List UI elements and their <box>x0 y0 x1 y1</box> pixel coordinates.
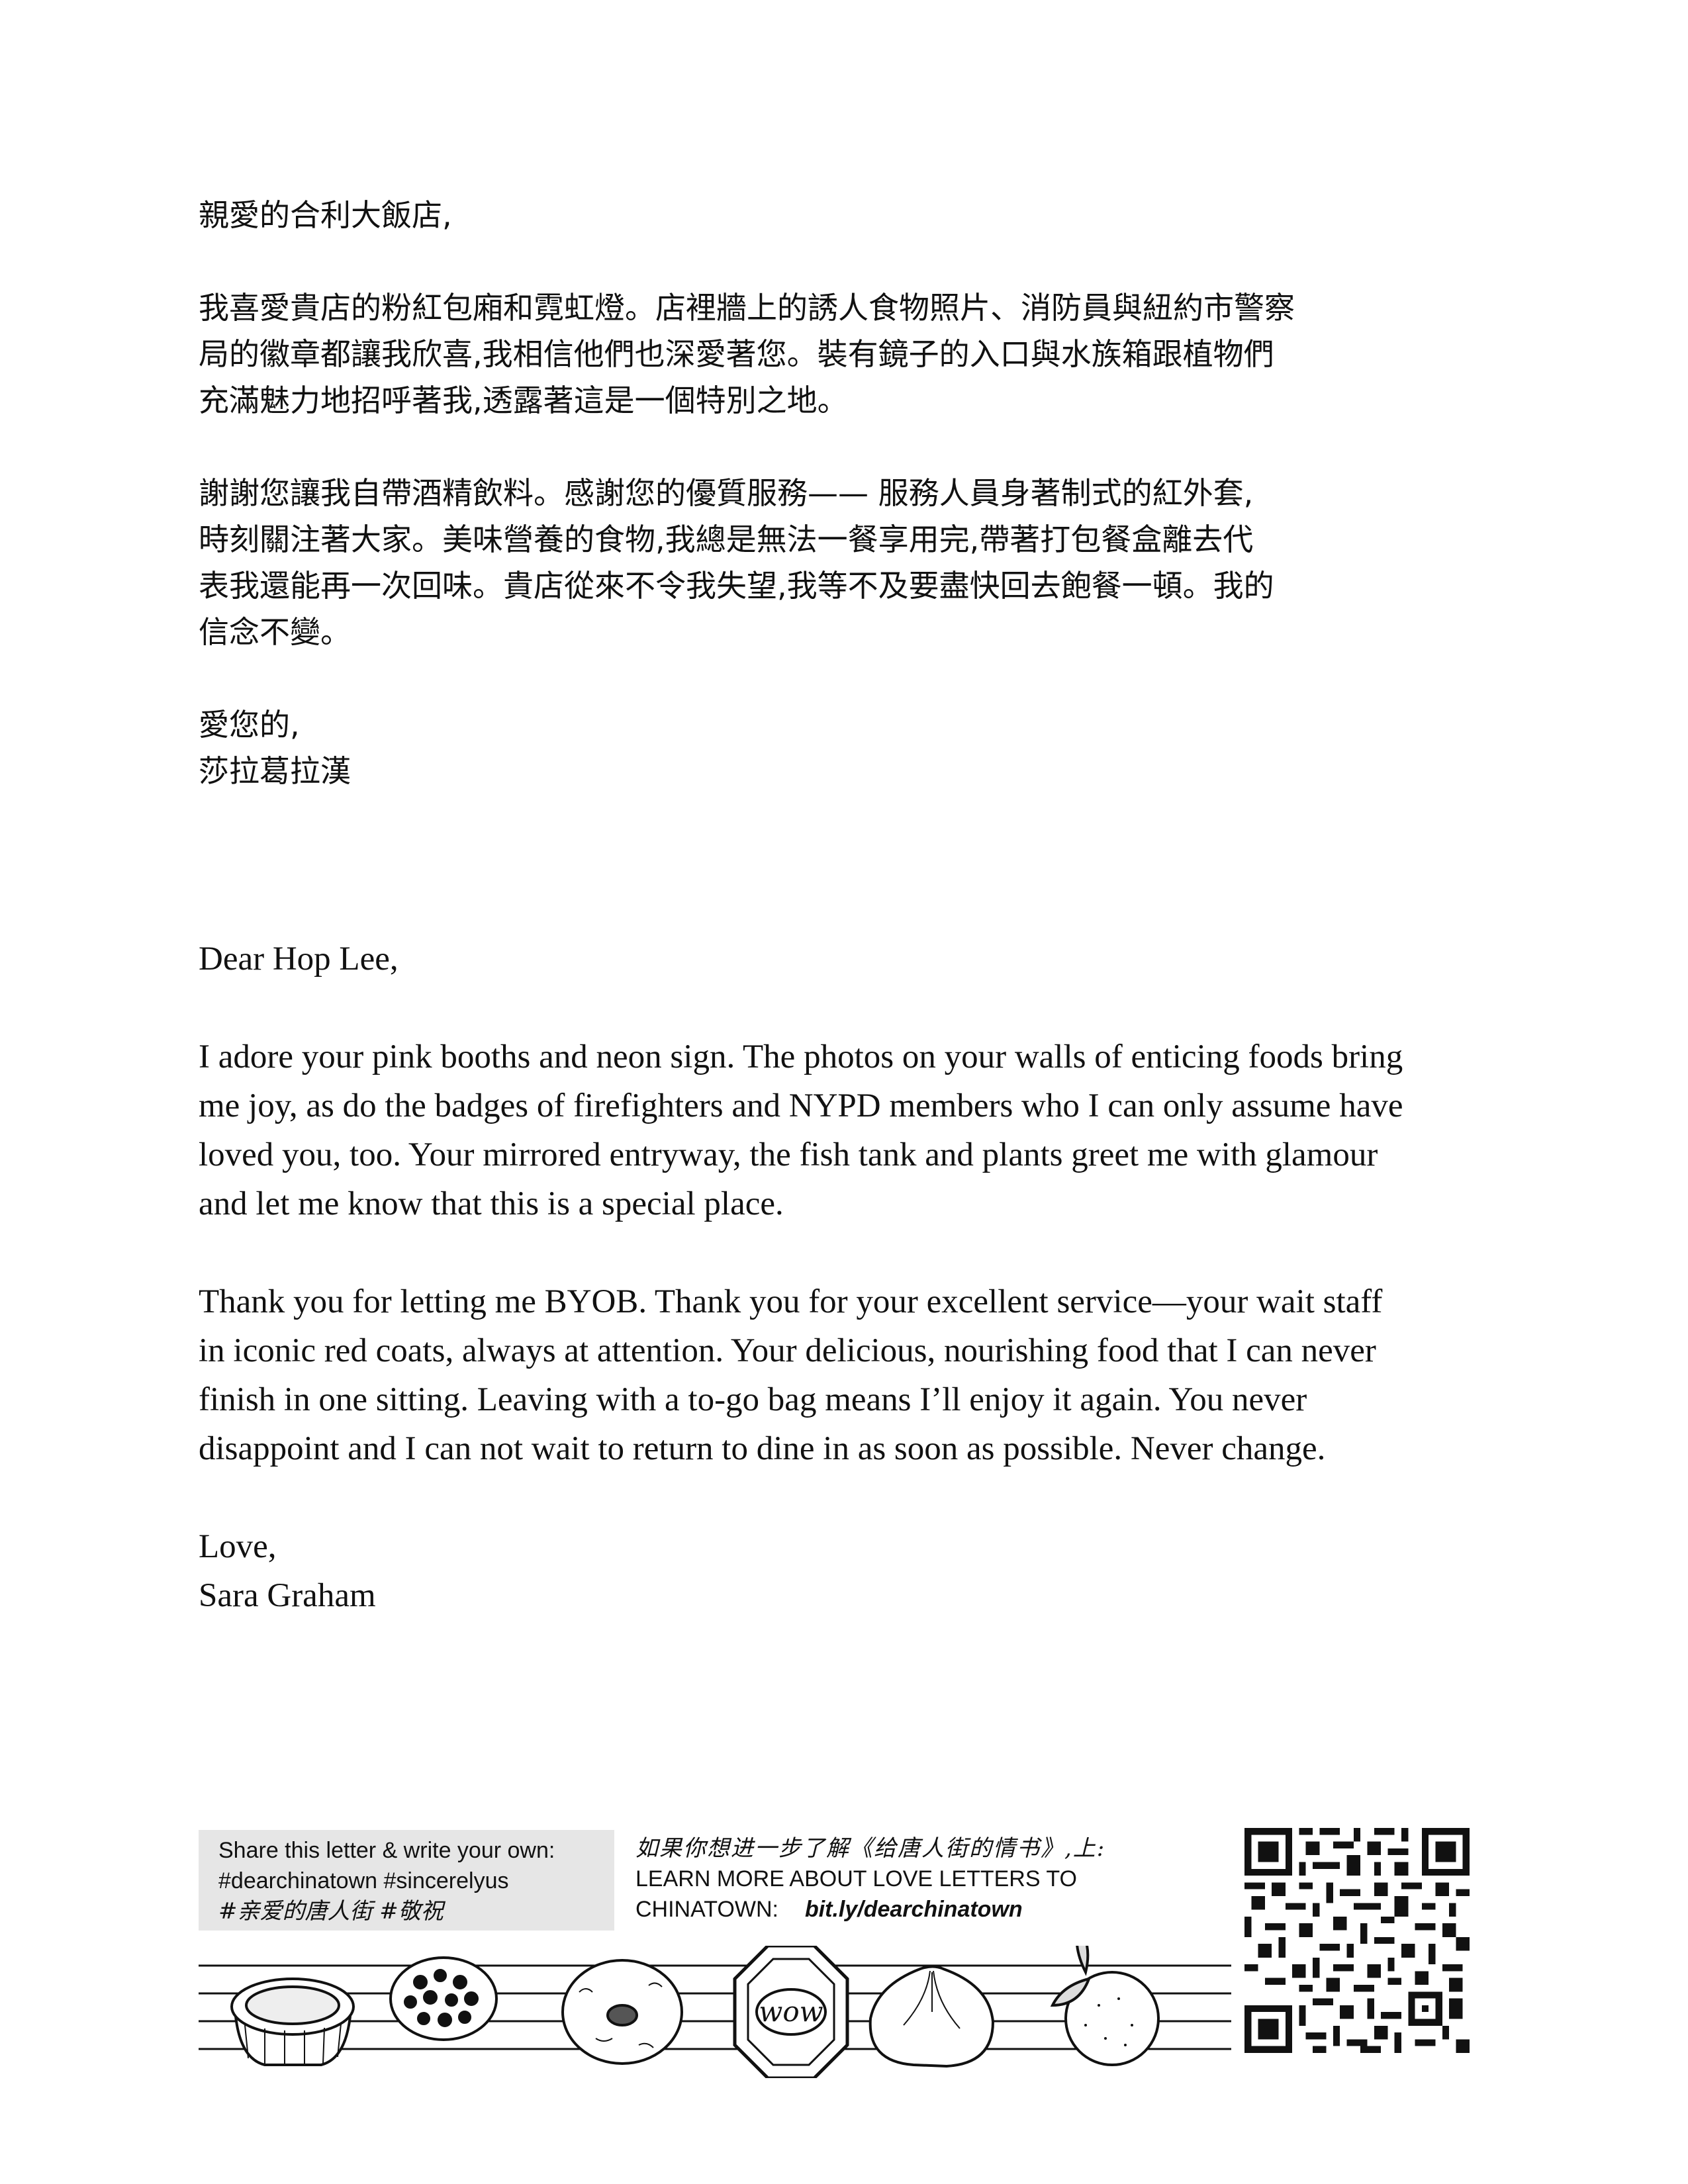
zh-p1-line: 局的徽章都讓我欣喜,我相信他們也深愛著您。裝有鏡子的入口與水族箱跟植物們 <box>199 336 1274 372</box>
en-signature: Sara Graham <box>199 1577 376 1614</box>
almond-cookie-icon <box>561 1959 683 2065</box>
learn-more-en-2: CHINATOWN: <box>635 1897 778 1922</box>
en-p1-line: me joy, as do the badges of firefighters… <box>199 1087 1403 1124</box>
zh-salutation: 親愛的合利大飯店, <box>199 197 452 233</box>
en-p2-line: disappoint and I can not wait to return … <box>199 1430 1326 1467</box>
en-p2-line: Thank you for letting me BYOB. Thank you… <box>199 1283 1383 1320</box>
pineapple-bun-icon <box>389 1956 498 2041</box>
en-closing: Love, <box>199 1528 277 1565</box>
en-salutation: Dear Hop Lee, <box>199 940 399 978</box>
en-p1-line: and let me know that this is a special p… <box>199 1185 784 1222</box>
hashtags-en: #dearchinatown #sincerelyus <box>218 1868 509 1893</box>
en-p2-line: in iconic red coats, always at attention… <box>199 1332 1376 1369</box>
share-box: Share this letter & write your own: #dea… <box>199 1830 614 1931</box>
zh-p1-line: 充滿魅力地招呼著我,透露著這是一個特別之地。 <box>199 383 848 418</box>
wow-badge-icon: wow <box>733 1946 849 2078</box>
learn-more-en-1: LEARN MORE ABOUT LOVE LETTERS TO <box>635 1866 1077 1891</box>
en-p1-line: I adore your pink booths and neon sign. … <box>199 1038 1403 1075</box>
share-line: Share this letter & write your own: <box>218 1838 555 1863</box>
zh-closing: 愛您的, <box>199 707 300 743</box>
food-illustration-strip: wow <box>199 1946 1231 2078</box>
egg-tart-icon <box>230 1978 355 2066</box>
english-letter: Dear Hop Lee, I adore your pink booths a… <box>199 934 1523 1620</box>
zh-signature: 莎拉葛拉漢 <box>199 753 351 789</box>
wow-badge-text: wow <box>759 1995 823 2028</box>
learn-more: 如果你想进一步了解《给唐人街的情书》,上: LEARN MORE ABOUT L… <box>635 1833 1231 1925</box>
dumpling-icon <box>868 1965 995 2068</box>
zh-p2-line: 信念不變。 <box>199 614 351 650</box>
zh-p2-line: 謝謝您讓我自帶酒精飲料。感謝您的優質服務—— 服務人員身著制式的紅外套, <box>199 475 1254 511</box>
zh-p1-line: 我喜愛貴店的粉紅包廂和霓虹燈。店裡牆上的誘人食物照片、消防員與紐約市警察 <box>199 290 1295 326</box>
en-p2-line: finish in one sitting. Leaving with a to… <box>199 1381 1307 1418</box>
en-p1-line: loved you, too. Your mirrored entryway, … <box>199 1136 1378 1173</box>
learn-more-zh: 如果你想进一步了解《给唐人街的情书》,上: <box>635 1835 1106 1862</box>
hashtags-zh: #亲爱的唐人街 #敬祝 <box>218 1898 444 1925</box>
zh-p2-line: 表我還能再一次回味。貴店從來不令我失望,我等不及要盡快回去飽餐一頓。我的 <box>199 568 1274 604</box>
qr-code-icon[interactable] <box>1244 1828 1470 2053</box>
mandarin-orange-icon <box>1050 1946 1160 2066</box>
chinese-letter: 親愛的合利大飯店, 我喜愛貴店的粉紅包廂和霓虹燈。店裡牆上的誘人食物照片、消防員… <box>199 192 1509 794</box>
zh-p2-line: 時刻關注著大家。美味營養的食物,我總是無法一餐享用完,帶著打包餐盒離去代 <box>199 522 1254 557</box>
link-dearchinatown[interactable]: bit.ly/dearchinatown <box>805 1897 1023 1922</box>
